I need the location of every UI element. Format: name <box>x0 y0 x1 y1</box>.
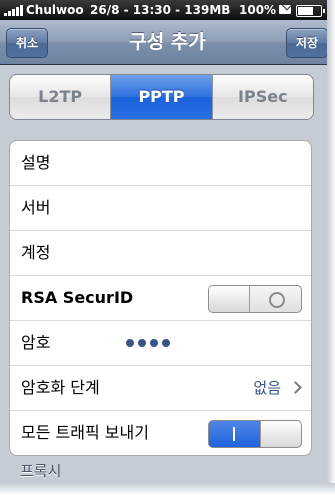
device-edge <box>327 0 335 495</box>
carrier-name: Chulwoo <box>26 3 84 17</box>
send-all-traffic-row: 모든 트래픽 보내기 <box>10 410 311 455</box>
encryption-level-row[interactable]: 암호화 단계 없음 <box>10 365 311 410</box>
account-row[interactable]: 계정 <box>10 230 311 275</box>
chevron-right-icon <box>289 381 302 394</box>
server-row[interactable]: 서버 <box>10 185 311 230</box>
send-all-traffic-toggle[interactable] <box>208 420 302 448</box>
status-info: 26/8 - 13:30 - 139MB <box>90 3 231 17</box>
battery-icon <box>296 5 325 17</box>
password-label: 암호 <box>21 333 51 352</box>
segment-pptp[interactable]: PPTP <box>110 75 212 119</box>
encryption-level-label: 암호화 단계 <box>21 378 100 397</box>
rsa-securid-label: RSA SecurID <box>21 288 134 307</box>
vpn-type-segmented-control: L2TP PPTP IPSec <box>9 74 314 120</box>
account-label: 계정 <box>21 243 51 262</box>
password-mask <box>126 339 170 347</box>
proxy-section-header: 프록시 <box>20 462 62 480</box>
description-row[interactable]: 설명 <box>10 141 311 185</box>
description-label: 설명 <box>21 153 51 172</box>
rsa-securid-row: RSA SecurID <box>10 275 311 320</box>
toggle-knob <box>260 421 301 447</box>
rsa-securid-toggle[interactable] <box>208 285 302 313</box>
cancel-button[interactable]: 취소 <box>6 28 49 58</box>
server-label: 서버 <box>21 198 51 217</box>
off-indicator-icon <box>269 292 285 308</box>
signal-strength-icon <box>4 5 23 16</box>
password-row[interactable]: 암호 <box>10 320 311 365</box>
status-bar: Chulwoo 26/8 - 13:30 - 139MB 100% <box>0 0 335 20</box>
settings-table: 설명 서버 계정 RSA SecurID 암호 암호화 단계 없음 모든 트래픽… <box>9 140 312 456</box>
segment-l2tp[interactable]: L2TP <box>10 75 111 119</box>
battery-percent: 100% <box>239 3 277 17</box>
segment-ipsec[interactable]: IPSec <box>211 75 313 119</box>
navigation-bar: 구성 추가 취소 저장 <box>0 20 335 65</box>
toggle-knob <box>209 286 250 312</box>
mail-icon <box>279 5 291 14</box>
save-button[interactable]: 저장 <box>285 28 328 58</box>
encryption-level-value: 없음 <box>253 379 281 397</box>
device-bottom-edge <box>0 483 335 495</box>
send-all-traffic-label: 모든 트래픽 보내기 <box>21 423 149 442</box>
page-title: 구성 추가 <box>129 31 206 53</box>
on-indicator-icon <box>233 427 235 441</box>
